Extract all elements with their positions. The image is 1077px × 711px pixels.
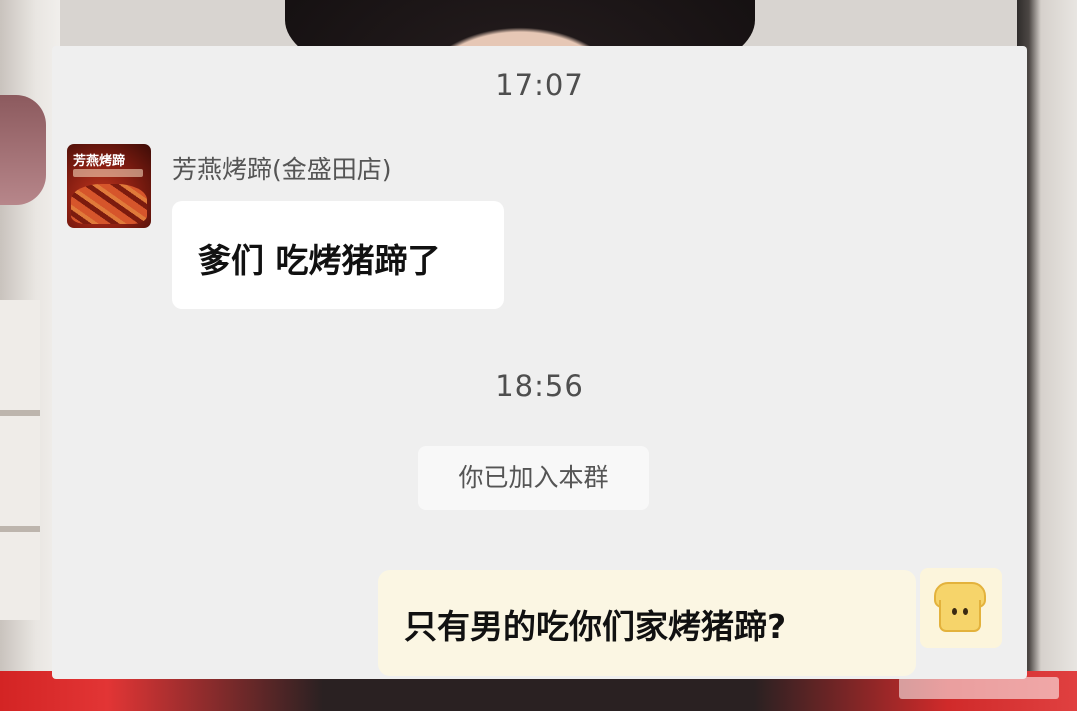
incoming-message-bubble[interactable]: 爹们 吃烤猪蹄了 [172, 201, 504, 309]
food-photo-icon [71, 184, 147, 224]
avatar-subtitle-strip [73, 169, 143, 177]
chat-screenshot-card: 17:07 芳燕烤蹄 芳燕烤蹄(金盛田店) 爹们 吃烤猪蹄了 18:56 你已加… [52, 46, 1027, 679]
eye-icon [963, 608, 968, 615]
outgoing-message-text: 只有男的吃你们家烤猪蹄? [404, 607, 787, 646]
eye-icon [952, 608, 957, 615]
avatar-logo-text: 芳燕烤蹄 [73, 154, 126, 169]
timestamp: 17:07 [495, 68, 584, 102]
system-notice: 你已加入本群 [418, 446, 649, 510]
incoming-message-text: 爹们 吃烤猪蹄了 [198, 241, 441, 280]
background-shelf [0, 300, 40, 620]
sender-name: 芳燕烤蹄(金盛田店) [172, 155, 392, 184]
toast-face-icon [934, 582, 986, 632]
timestamp: 18:56 [495, 369, 584, 403]
sender-avatar[interactable]: 芳燕烤蹄 [67, 144, 151, 228]
watermark [899, 677, 1059, 699]
background-cup [0, 95, 46, 205]
outgoing-message-bubble[interactable]: 只有男的吃你们家烤猪蹄? [378, 570, 916, 676]
my-avatar[interactable] [920, 568, 1002, 648]
